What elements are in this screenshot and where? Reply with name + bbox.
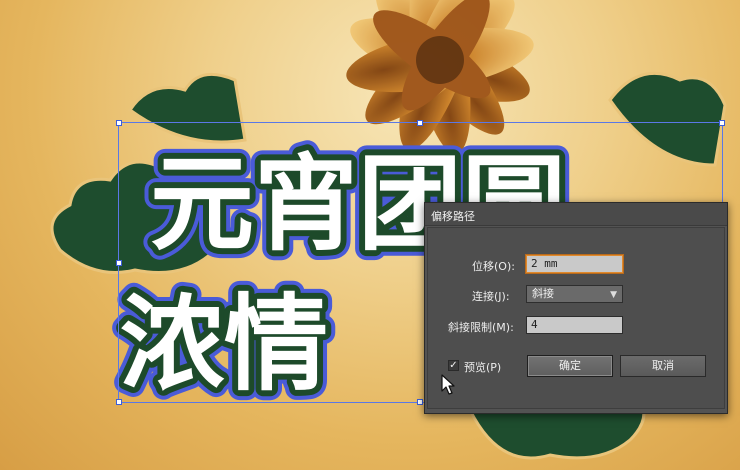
artboard: 元宵团圆 浓情 元宵团圆 浓情 偏移路径 位移(O): 2 mm 连接(J): … bbox=[0, 0, 740, 470]
preview-label[interactable]: 预览(P) bbox=[464, 359, 501, 375]
offset-label: 位移(O): bbox=[472, 260, 515, 273]
preview-checkbox[interactable]: ✓ bbox=[448, 360, 459, 371]
checkmark-icon: ✓ bbox=[449, 360, 458, 371]
joins-label: 连接(J): bbox=[472, 290, 510, 303]
joins-select[interactable]: 斜接 ▼ bbox=[526, 285, 623, 303]
miter-limit-label: 斜接限制(M): bbox=[448, 321, 514, 334]
mouse-pointer-icon bbox=[441, 374, 455, 395]
headline-line2: 浓情 bbox=[120, 283, 328, 405]
offset-input[interactable]: 2 mm bbox=[526, 255, 623, 273]
cancel-button[interactable]: 取消 bbox=[620, 355, 706, 377]
dialog-title: 偏移路径 bbox=[431, 210, 475, 223]
ok-button[interactable]: 确定 bbox=[527, 355, 613, 377]
dialog-body: 位移(O): 2 mm 连接(J): 斜接 ▼ 斜接限制(M): 4 ✓ 预览(… bbox=[427, 227, 725, 409]
dialog-titlebar[interactable]: 偏移路径 bbox=[425, 203, 727, 226]
miter-limit-input[interactable]: 4 bbox=[526, 316, 623, 334]
joins-select-value: 斜接 bbox=[532, 287, 554, 300]
offset-path-dialog: 偏移路径 位移(O): 2 mm 连接(J): 斜接 ▼ 斜接限制(M): 4 … bbox=[424, 202, 728, 414]
dropdown-arrow-icon: ▼ bbox=[610, 290, 617, 300]
